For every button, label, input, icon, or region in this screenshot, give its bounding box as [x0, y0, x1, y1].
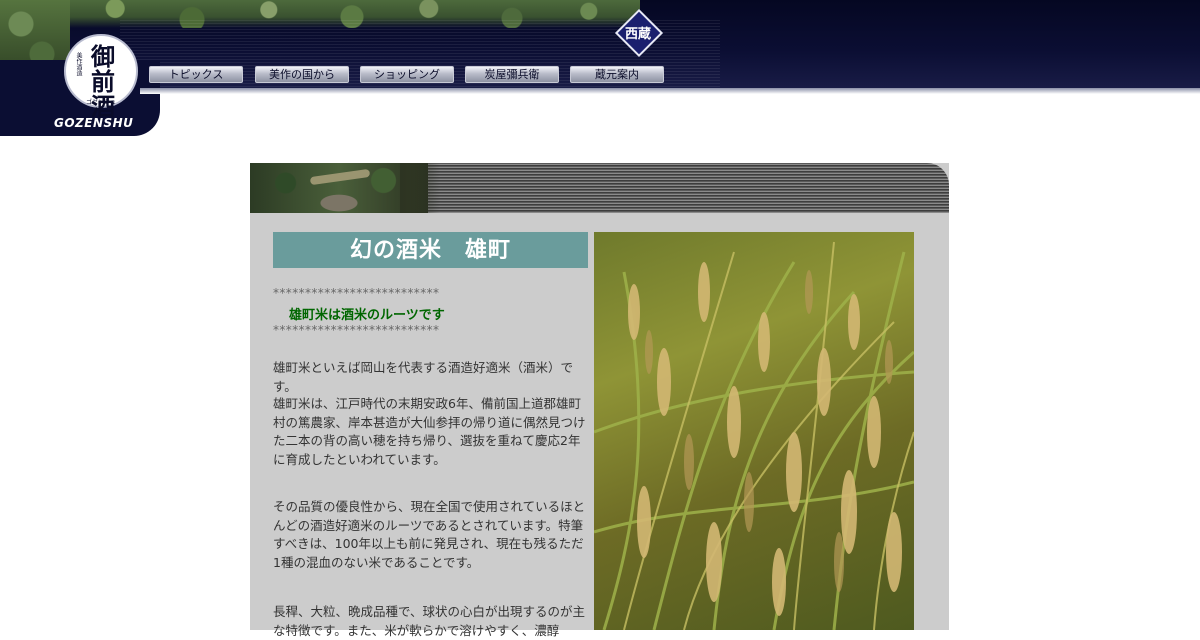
logo-kanji: 御前酒 [91, 42, 115, 121]
rice-field-photo [594, 232, 914, 630]
nav-sumiya-button[interactable]: 炭屋彌兵衛 [465, 66, 559, 83]
nishigura-badge-icon[interactable]: 西蔵 [614, 8, 664, 58]
panel-header-fade [400, 163, 440, 213]
nav-shopping-button[interactable]: ショッピング [360, 66, 454, 83]
logo-kana: ゴゼンシュ [85, 99, 116, 106]
nav-brewery-info-button[interactable]: 蔵元案内 [570, 66, 664, 83]
nav-mimasaka-button[interactable]: 美作の国から [255, 66, 349, 83]
badge-text: 西蔵 [624, 27, 651, 42]
paragraph-features: 長稈、大粒、晩成品種で、球状の心白が出現するのが主な特徴です。また、米が軟らかで… [273, 604, 586, 638]
section-subhead: 雄町米は酒米のルーツです [289, 308, 445, 323]
paragraph-intro: 雄町米といえば岡山を代表する酒造好適米（酒米）です。 [273, 360, 574, 394]
site-header: 美作酒造 御前酒 ゴゼンシュ GOZENSHU 西蔵 トピックス 美作の国から … [0, 0, 1200, 140]
stars-divider-top: ************************** [273, 286, 440, 300]
rice-field-illustration [594, 241, 914, 630]
paragraph-quality: その品質の優良性から、現在全国で使用されているほとんどの酒造好適米のルーツである… [273, 499, 586, 570]
logo-wordmark[interactable]: GOZENSHU [54, 116, 133, 130]
nav-topics-button[interactable]: トピックス [149, 66, 243, 83]
gozenshu-logo-icon[interactable]: 美作酒造 御前酒 ゴゼンシュ [64, 34, 138, 119]
header-bottom-edge [140, 88, 1200, 94]
page-title: 幻の酒米 雄町 [273, 232, 588, 268]
stars-divider-bottom: ************************** [273, 323, 440, 337]
paragraph-history: 雄町米は、江戸時代の末期安政6年、備前国上道郡雄町村の篤農家、岸本甚造が大仙参拝… [273, 396, 586, 467]
